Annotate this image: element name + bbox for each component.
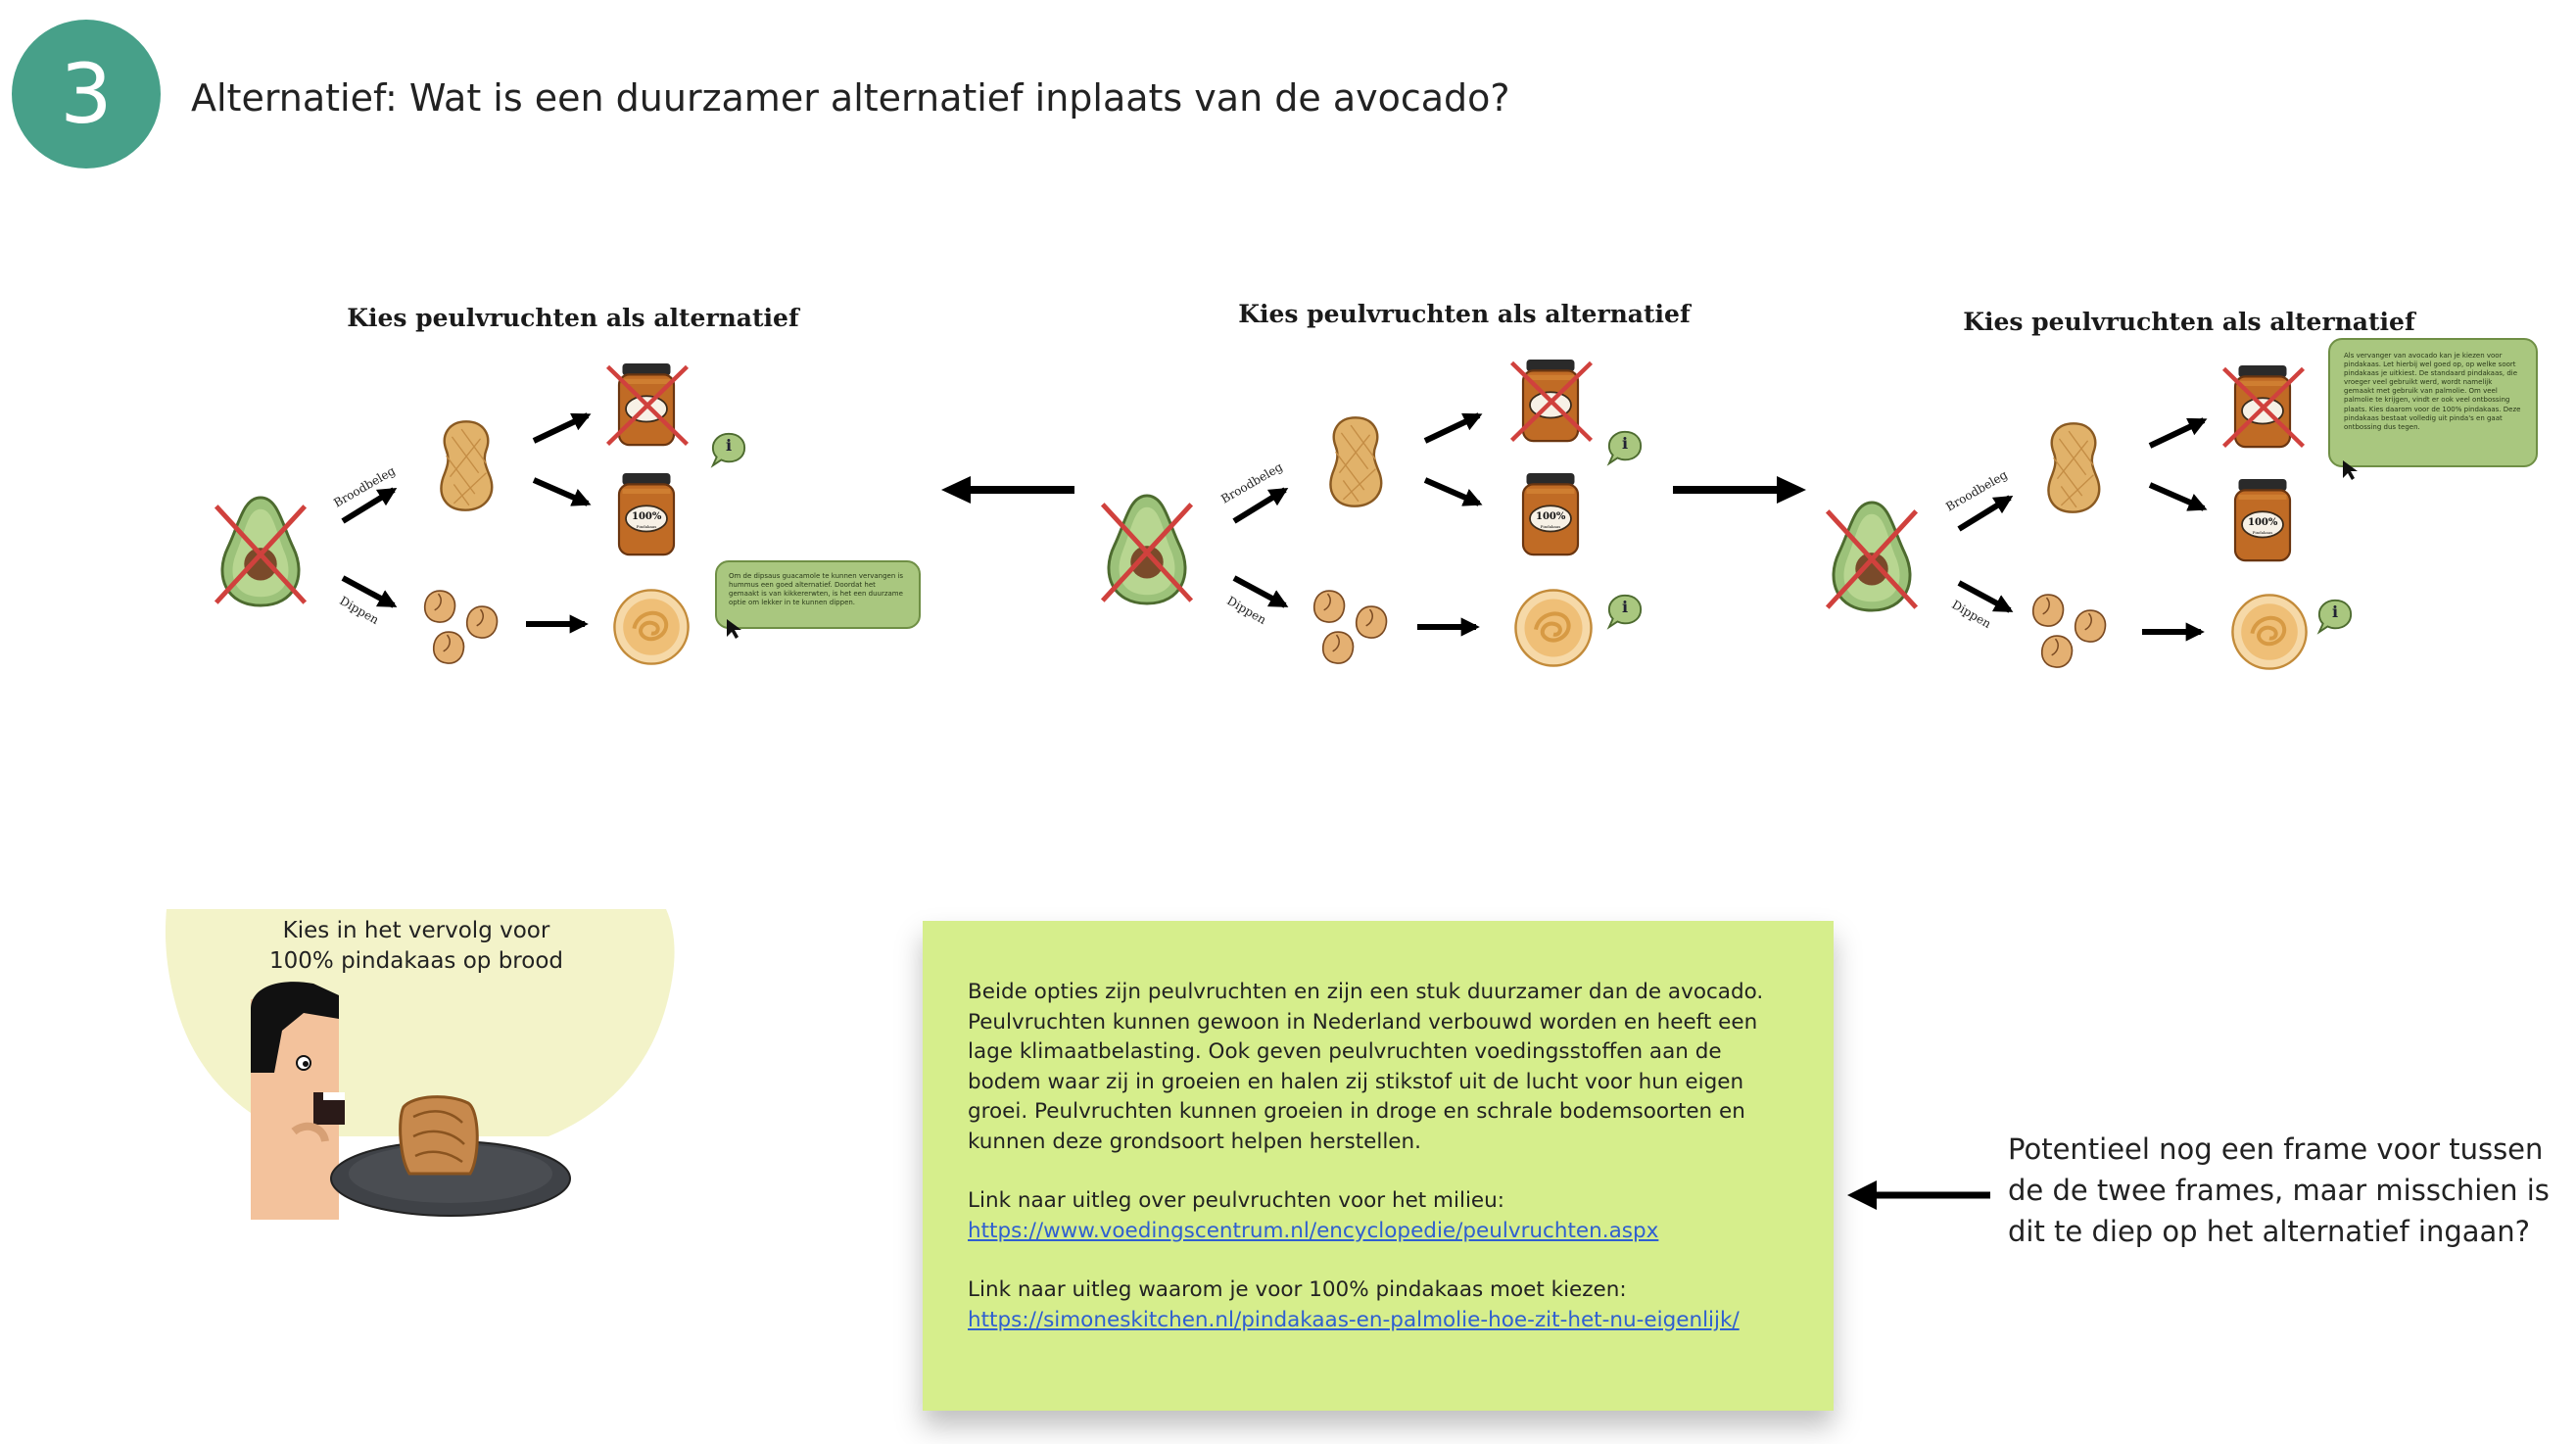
peanut-icon: [1322, 413, 1389, 509]
peanut-icon: [2040, 419, 2107, 515]
step-number-badge: 3: [12, 20, 161, 168]
chickpea-icon: [2038, 633, 2075, 670]
cross-mark-icon: [1508, 357, 1595, 445]
jar-label-text: Pindakaas: [1540, 524, 1561, 529]
cross-mark-icon: [2220, 362, 2307, 451]
simoneskitchen-link[interactable]: https://simoneskitchen.nl/pindakaas-en-p…: [968, 1308, 1740, 1332]
note-link2-intro: Link naar uitleg waarom je voor 100% pin…: [968, 1277, 1627, 1302]
chickpea-icon: [421, 588, 458, 625]
chickpea-icon: [1319, 629, 1357, 666]
cursor-icon: [727, 619, 741, 639]
frame-3: Kies peulvruchten als alternatief Broodb…: [1817, 294, 2561, 725]
voedingscentrum-link[interactable]: https://www.voedingscentrum.nl/encyclope…: [968, 1219, 1658, 1243]
step-number: 3: [60, 46, 113, 142]
frame-1: Kies peulvruchten als alternatief Broodb…: [201, 294, 945, 725]
jar-label: 100% Pindakaas: [632, 512, 661, 531]
peanut-icon: [433, 417, 500, 513]
explanation-bubble: Om de dipsaus guacamole te kunnen vervan…: [715, 560, 921, 629]
chickpea-icon: [1353, 603, 1390, 641]
scene-caption: Kies in het vervolg voor 100% pindakaas …: [269, 918, 563, 974]
jar-label: 100% Pindakaas: [1536, 512, 1565, 531]
note-paragraph: Beide opties zijn peulvruchten en zijn e…: [968, 980, 1764, 1154]
frame-2: Kies peulvruchten als alternatief Broodb…: [1092, 294, 1837, 725]
info-symbol: i: [2331, 602, 2339, 621]
flow-arrows: [1232, 412, 1483, 637]
sticky-note: Beide opties zijn peulvruchten en zijn e…: [923, 921, 1834, 1411]
chickpea-icon: [463, 603, 501, 641]
note-link-block-1: Link naar uitleg over peulvruchten voor …: [968, 1186, 1789, 1246]
jar-label-text: Pindakaas: [636, 524, 657, 529]
info-symbol: i: [1621, 598, 1629, 616]
info-symbol: i: [725, 436, 733, 455]
hummus-bowl-icon: [2230, 593, 2309, 671]
explanation-bubble: Als vervanger van avocado kan je kiezen …: [2328, 338, 2538, 467]
chickpea-icon: [1311, 588, 1348, 625]
flow-arrows: [341, 412, 592, 634]
note-link-block-2: Link naar uitleg waarom je voor 100% pin…: [968, 1276, 1789, 1335]
chickpea-icon: [430, 629, 467, 666]
arrow-to-note: [1847, 1180, 1990, 1210]
jar-label-percent: 100%: [632, 511, 662, 522]
cross-mark-icon: [604, 361, 691, 449]
jar-label-text: Pindakaas: [2252, 530, 2273, 535]
jar-label-percent: 100%: [2248, 517, 2278, 528]
hummus-bowl-icon: [612, 588, 691, 666]
cursor-icon: [2343, 460, 2358, 480]
chickpea-icon: [2029, 592, 2067, 629]
chickpea-icon: [2072, 607, 2109, 645]
arrow-right: [1673, 476, 1806, 504]
note-link1-intro: Link naar uitleg over peulvruchten voor …: [968, 1188, 1505, 1213]
hummus-bowl-icon: [1513, 588, 1594, 668]
jar-label-percent: 100%: [1536, 511, 1566, 522]
page-title: Alternatief: Wat is een duurzamer altern…: [191, 76, 1510, 120]
side-comment: Potentieel nog een frame voor tussen de …: [2008, 1132, 2550, 1248]
info-symbol: i: [1621, 434, 1629, 453]
jar-label: 100% Pindakaas: [2248, 518, 2277, 537]
arrow-left: [941, 476, 1074, 504]
